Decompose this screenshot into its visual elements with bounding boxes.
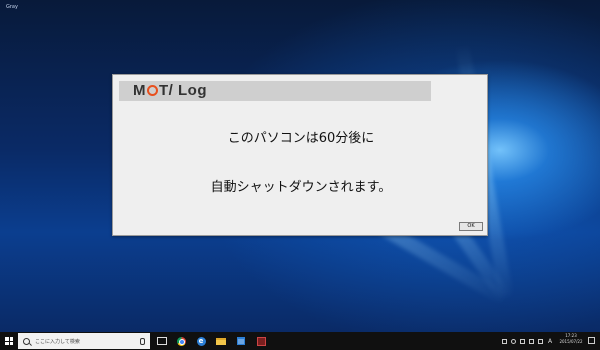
desktop-corner-label: Gray <box>6 4 18 10</box>
clock-date: 2015/07/22 <box>559 339 583 344</box>
start-button[interactable] <box>0 332 18 350</box>
windows-logo-icon <box>5 337 13 345</box>
message-line-1: このパソコンは60分後に <box>227 131 375 146</box>
task-view-button[interactable] <box>156 332 168 350</box>
app-icon <box>256 336 266 346</box>
volume-icon[interactable] <box>529 338 534 344</box>
notification-center-icon[interactable] <box>588 337 595 344</box>
logo-o-ring-icon <box>147 85 158 96</box>
system-tray: A <box>500 332 555 350</box>
file-explorer-button[interactable] <box>214 332 228 350</box>
search-icon <box>23 337 30 345</box>
shutdown-dialog: M T/ Log このパソコンは60分後に 自動シャットダウンされます。 OK <box>112 74 488 236</box>
edge-button[interactable]: e <box>194 332 208 350</box>
mot-log-logo: M T/ Log <box>133 82 207 100</box>
desktop: Gray M T/ Log このパソコンは60分後に 自動シャットダウンされます。… <box>0 0 600 332</box>
network-icon[interactable] <box>520 338 525 344</box>
people-icon[interactable] <box>502 338 507 344</box>
task-view-icon <box>157 337 167 345</box>
logo-text-pre: M <box>133 82 146 99</box>
message-line-2: 自動シャットダウンされます。 <box>210 180 392 195</box>
onedrive-icon[interactable] <box>511 338 516 344</box>
microphone-icon[interactable] <box>140 337 145 345</box>
file-explorer-icon <box>216 337 226 345</box>
battery-icon[interactable] <box>538 338 543 344</box>
edge-icon: e <box>196 336 206 346</box>
search-box[interactable]: ここに入力して検索 <box>18 333 150 349</box>
ime-indicator[interactable]: A <box>548 338 552 345</box>
chrome-icon <box>176 336 186 346</box>
clock[interactable]: 17:23 2015/07/22 <box>558 333 584 345</box>
store-button[interactable] <box>234 332 248 350</box>
logo-bar: M T/ Log <box>119 81 431 101</box>
store-icon <box>237 337 245 345</box>
taskbar: ここに入力して検索 e A 17:23 2015/07/22 <box>0 332 600 350</box>
chrome-button[interactable] <box>174 332 188 350</box>
app-button[interactable] <box>254 332 268 350</box>
ok-button[interactable]: OK <box>459 222 483 231</box>
logo-text-post: T/ Log <box>159 82 207 99</box>
search-placeholder: ここに入力して検索 <box>35 338 80 345</box>
